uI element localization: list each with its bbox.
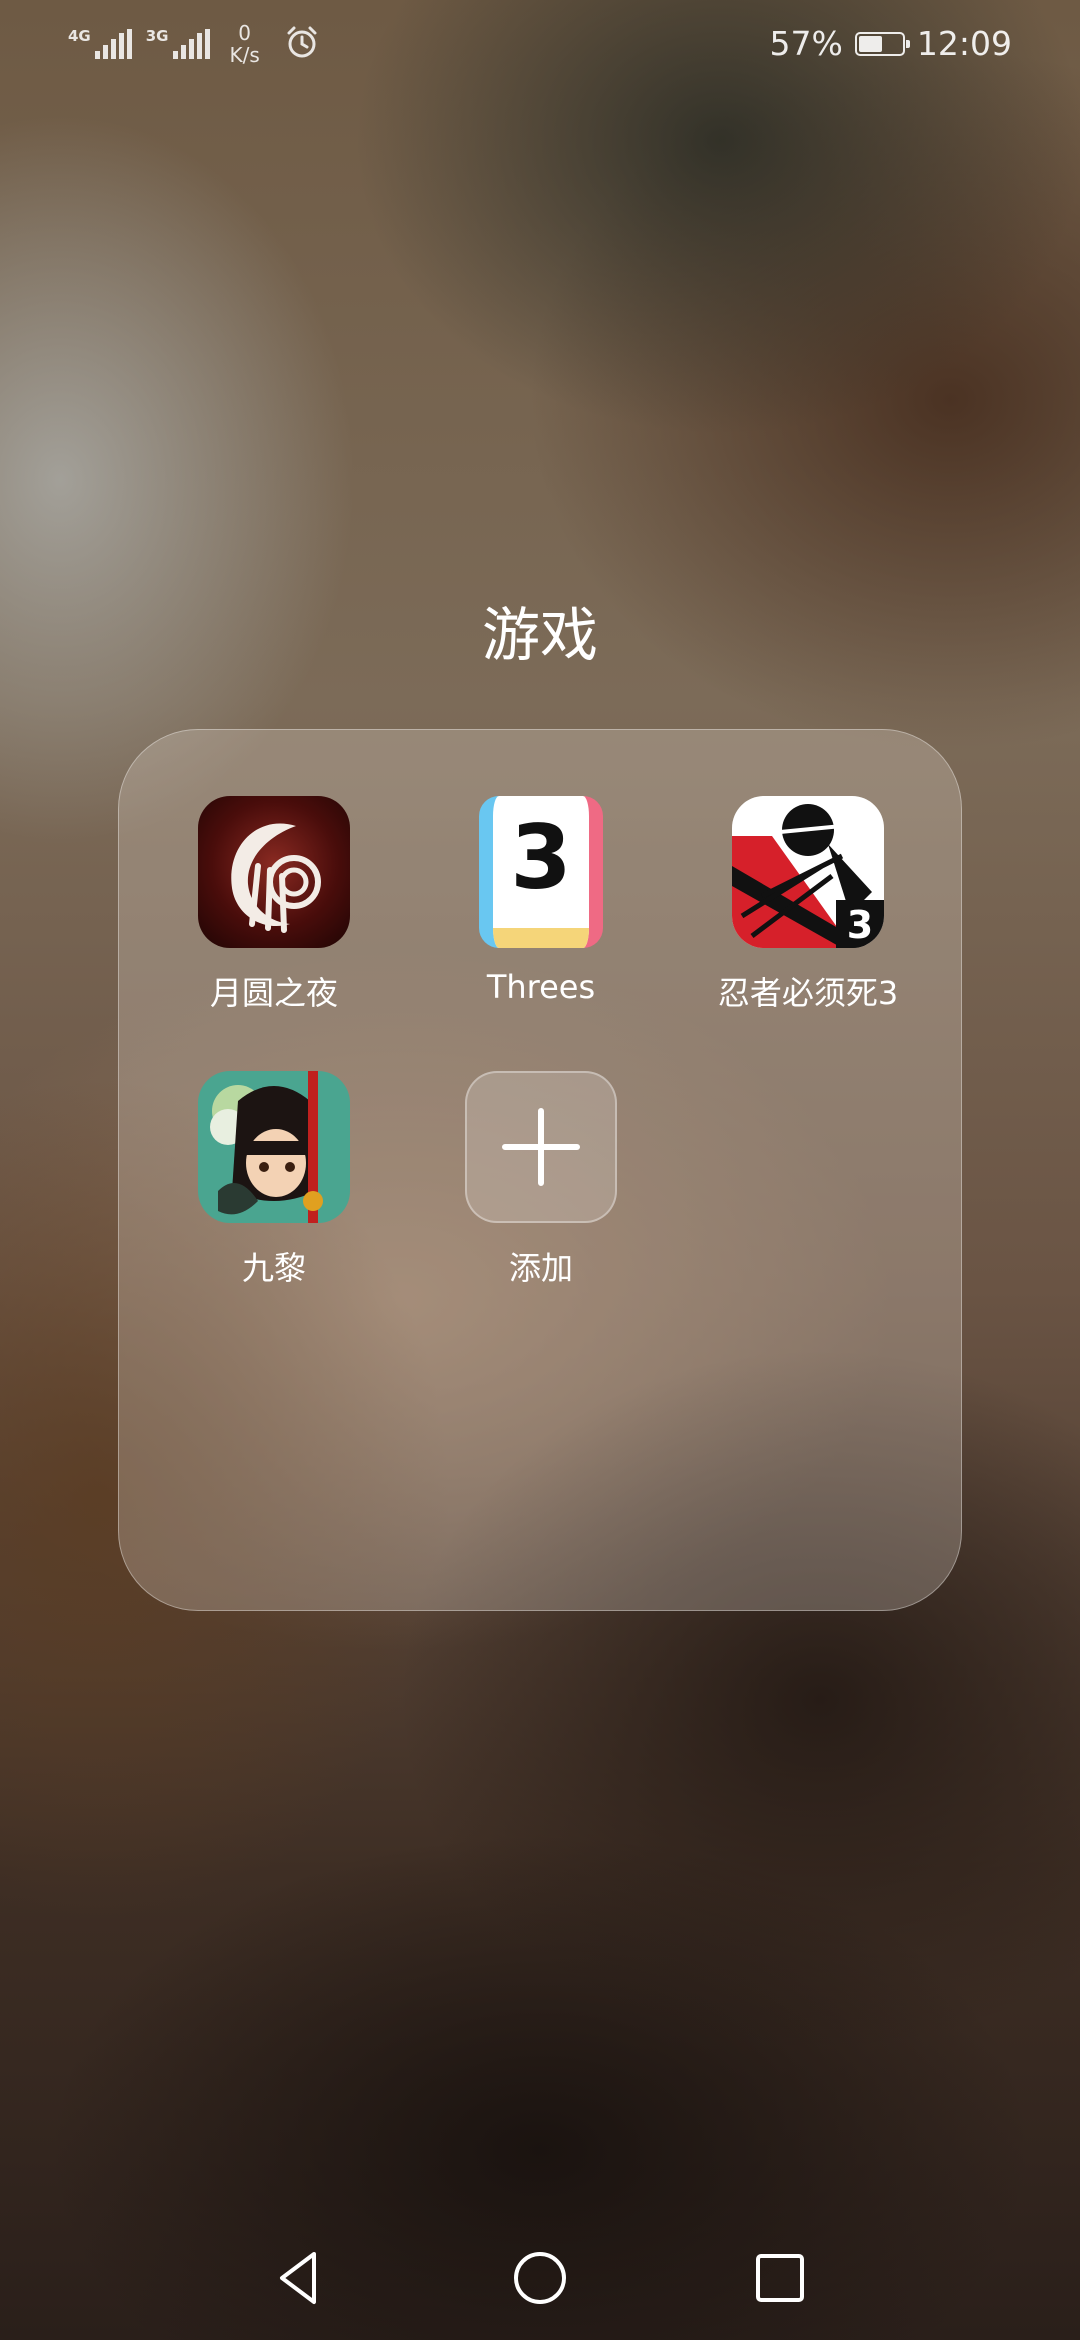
- network-speed: 0 K/s: [230, 22, 260, 66]
- navigation-bar: [0, 2220, 1080, 2340]
- app-label: 九黎: [241, 1249, 306, 1287]
- status-bar-right: 57% 12:09: [770, 24, 1012, 63]
- app-label: Threes: [486, 968, 596, 1006]
- network-signal-2: 3G: [146, 29, 210, 59]
- back-button[interactable]: [260, 2238, 340, 2318]
- app-label: 添加: [508, 1249, 573, 1287]
- add-app-tile[interactable]: [465, 1071, 617, 1223]
- threes-icon-number: 3: [510, 806, 572, 909]
- app-threes[interactable]: 3 Threes: [406, 796, 676, 1006]
- app-label: 忍者必须死3: [717, 974, 899, 1012]
- battery-fill: [858, 35, 883, 52]
- ninja-must-die-3-app-icon[interactable]: 3: [732, 796, 884, 948]
- back-triangle-icon: [280, 2252, 316, 2304]
- ninja-icon-number: 3: [847, 903, 873, 947]
- battery-icon: [854, 31, 910, 56]
- network-speed-unit: K/s: [229, 43, 260, 67]
- jiuli-app-icon[interactable]: [198, 1071, 350, 1223]
- home-circle-icon: [514, 2252, 566, 2304]
- folder-title[interactable]: 游戏: [0, 588, 1080, 672]
- app-label: 月圆之夜: [209, 974, 338, 1012]
- battery-percent: 57%: [769, 24, 843, 63]
- clock-time: 12:09: [916, 24, 1012, 63]
- status-bar-left: 4G 3G 0 K/s: [68, 22, 320, 66]
- network-type-label: 4G: [68, 27, 91, 45]
- network-signal-1: 4G: [68, 29, 132, 59]
- add-app-button[interactable]: 添加: [406, 1071, 676, 1289]
- network-type-label: 3G: [145, 27, 169, 45]
- network-speed-value: 0: [238, 21, 251, 45]
- folder-panel: 月圆之夜 3 Threes 3 忍者必须死3 九黎 添加: [118, 729, 962, 1611]
- status-bar: 4G 3G 0 K/s 57% 12:09: [0, 0, 1080, 90]
- home-button[interactable]: [500, 2238, 580, 2318]
- threes-app-icon[interactable]: 3: [479, 796, 603, 948]
- recents-square-icon: [756, 2254, 804, 2302]
- recents-button[interactable]: [740, 2238, 820, 2318]
- app-ninja-must-die-3[interactable]: 3 忍者必须死3: [673, 796, 943, 1014]
- plus-icon: [502, 1108, 580, 1186]
- signal-bars-icon: [172, 29, 210, 59]
- alarm-clock-icon: [284, 24, 320, 64]
- moon-night-app-icon[interactable]: [198, 796, 350, 948]
- app-moon-night[interactable]: 月圆之夜: [139, 796, 409, 1014]
- signal-bars-icon: [94, 29, 132, 59]
- app-jiuli[interactable]: 九黎: [139, 1071, 409, 1289]
